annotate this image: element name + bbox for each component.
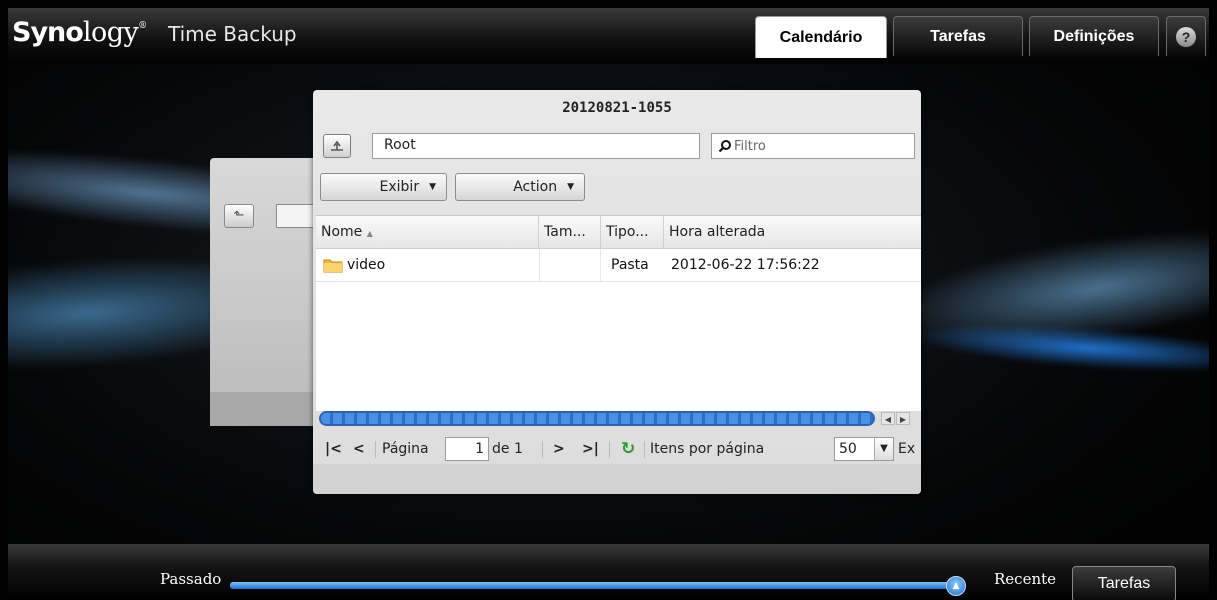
page-label: Página: [382, 441, 429, 457]
action-button-label: Action: [513, 179, 558, 195]
cell-size: [539, 249, 601, 281]
cell-type: Pasta: [611, 257, 649, 273]
top-bar: Synology® Time Backup Calendário Tarefas…: [8, 8, 1209, 64]
horizontal-scrollbar[interactable]: ◀ ▶: [319, 410, 917, 428]
column-header-name[interactable]: Nome ▲: [316, 216, 539, 248]
up-arrow-icon: ▲: [952, 581, 960, 591]
scrollbar-thumb[interactable]: [319, 411, 875, 426]
cell-modified: 2012-06-22 17:56:22: [671, 257, 820, 273]
page-count-label: de 1: [492, 441, 523, 457]
divider: [609, 441, 610, 458]
file-list-header: Nome ▲ Tam... Tipo... Hora alterada: [316, 216, 921, 249]
table-row[interactable]: video Pasta 2012-06-22 17:56:22: [316, 249, 921, 282]
last-page-icon[interactable]: >|: [582, 434, 599, 464]
help-icon: ?: [1176, 26, 1196, 47]
tasks-button[interactable]: Tarefas: [1072, 566, 1176, 600]
divider: [644, 441, 645, 458]
timeline-slider[interactable]: [230, 582, 958, 589]
timeline-slider-handle[interactable]: ▲: [946, 576, 966, 596]
next-page-icon[interactable]: >: [553, 434, 565, 464]
window-footer: [313, 464, 921, 494]
view-button-label: Exibir: [379, 179, 420, 195]
divider: [375, 441, 376, 458]
cell-name: video: [316, 249, 539, 281]
export-label: Ex: [898, 441, 916, 457]
chevron-down-icon: ▼: [567, 182, 574, 192]
filter-placeholder: Filtro: [734, 138, 766, 154]
background-window-footer: [210, 392, 320, 426]
synology-logo: Synology®: [12, 17, 147, 48]
tasks-button-label: Tarefas: [1097, 575, 1151, 592]
tab-tarefas[interactable]: Tarefas: [893, 16, 1023, 56]
help-button[interactable]: ?: [1166, 16, 1206, 56]
items-per-page-select[interactable]: 50 ▼: [834, 437, 894, 461]
window-title: 20120821-1055: [562, 100, 672, 116]
scroll-right-icon[interactable]: ▶: [896, 412, 910, 425]
column-header-type[interactable]: Tipo...: [601, 216, 664, 248]
app-title: Time Backup: [168, 22, 297, 46]
filter-input[interactable]: Filtro: [711, 133, 915, 159]
view-dropdown-button[interactable]: Exibir ▼: [320, 173, 447, 201]
up-arrow-icon: ⬑: [224, 204, 254, 228]
tab-label: Calendário: [779, 28, 863, 46]
previous-page-icon[interactable]: <: [353, 434, 365, 464]
parent-folder-button[interactable]: [323, 134, 351, 158]
search-icon: [718, 140, 731, 153]
action-dropdown-button[interactable]: Action ▼: [455, 173, 585, 201]
sort-ascending-icon: ▲: [366, 229, 373, 238]
file-list: Nome ▲ Tam... Tipo... Hora alterada vide…: [316, 215, 921, 411]
background-window: ⬑: [210, 158, 320, 426]
first-page-icon[interactable]: |<: [325, 434, 342, 464]
pagination-bar: |< < Página 1 de 1 > >| ↻ Itens por pági…: [313, 434, 921, 464]
tab-label: Tarefas: [930, 27, 986, 45]
up-arrow-icon: [331, 140, 343, 151]
timeline-recent-label: Recente: [994, 570, 1057, 588]
column-header-modified[interactable]: Hora alterada: [664, 216, 921, 248]
items-per-page-label: Itens por página: [650, 441, 765, 457]
page-number-input[interactable]: 1: [445, 437, 489, 461]
refresh-icon[interactable]: ↻: [621, 434, 635, 464]
chevron-down-icon: ▼: [874, 438, 893, 460]
chevron-down-icon: ▼: [429, 182, 436, 192]
app-window: Synology® Time Backup Calendário Tarefas…: [8, 8, 1209, 600]
divider: [542, 441, 543, 458]
tab-calendario[interactable]: Calendário: [755, 16, 887, 58]
tab-definicoes[interactable]: Definições: [1029, 16, 1159, 56]
tab-label: Definições: [1053, 27, 1135, 45]
file-browser-window: 20120821-1055 Root Filtro Exibir ▼ Actio…: [313, 90, 921, 494]
column-header-size[interactable]: Tam...: [539, 216, 601, 248]
background-path-field: [276, 204, 318, 228]
timeline-bar: Passado ▲ Recente Tarefas: [8, 544, 1209, 600]
path-field[interactable]: Root: [372, 133, 700, 159]
scroll-left-icon[interactable]: ◀: [881, 412, 895, 425]
folder-icon: [323, 259, 343, 273]
timeline-past-label: Passado: [160, 570, 222, 588]
